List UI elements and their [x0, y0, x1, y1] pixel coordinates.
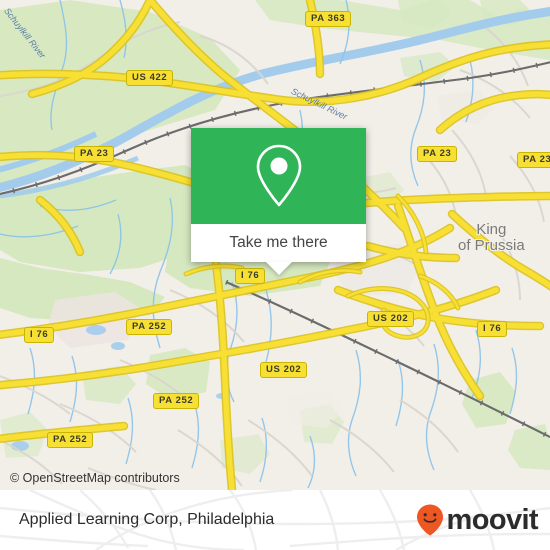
road-shield-pa-23[interactable]: PA 23	[517, 152, 550, 168]
take-me-there-label: Take me there	[229, 234, 328, 251]
city-label-line1: King	[476, 221, 507, 238]
road-shield-us-202[interactable]: US 202	[367, 311, 415, 327]
city-label-king-of-prussia: King of Prussia	[458, 222, 525, 254]
take-me-there-button[interactable]: Take me there	[191, 224, 366, 262]
road-shield-us-422[interactable]: US 422	[126, 70, 174, 86]
popup-tail	[265, 262, 292, 275]
moovit-logo[interactable]: moovit	[415, 503, 539, 537]
city-label-line2: of Prussia	[458, 237, 525, 254]
osm-attribution[interactable]: © OpenStreetMap contributors	[10, 471, 180, 485]
location-title: Applied Learning Corp, Philadelphia	[19, 511, 275, 528]
road-shield-pa-252[interactable]: PA 252	[126, 319, 173, 335]
road-shield-i-76[interactable]: I 76	[235, 268, 266, 284]
map-canvas[interactable]: Schuylkill River Schuylkill River King o…	[0, 0, 550, 490]
map-screenshot: Schuylkill River Schuylkill River King o…	[0, 0, 550, 550]
road-shield-pa-363[interactable]: PA 363	[305, 11, 352, 27]
moovit-wordmark: moovit	[446, 503, 539, 536]
road-shield-pa-252[interactable]: PA 252	[153, 393, 200, 409]
location-pin-icon	[256, 144, 301, 207]
moovit-pin-icon	[416, 504, 443, 536]
road-shield-pa-23[interactable]: PA 23	[417, 146, 458, 162]
road-shield-pa-23[interactable]: PA 23	[74, 146, 115, 162]
road-shield-us-202[interactable]: US 202	[260, 362, 308, 378]
location-popup[interactable]: Take me there	[191, 128, 366, 275]
road-shield-pa-252[interactable]: PA 252	[47, 432, 94, 448]
road-shield-i-76[interactable]: I 76	[24, 327, 55, 343]
road-shield-i-76[interactable]: I 76	[477, 321, 508, 337]
popup-pin-panel	[191, 128, 366, 224]
footer-bar: Applied Learning Corp, Philadelphia moov…	[0, 490, 550, 550]
